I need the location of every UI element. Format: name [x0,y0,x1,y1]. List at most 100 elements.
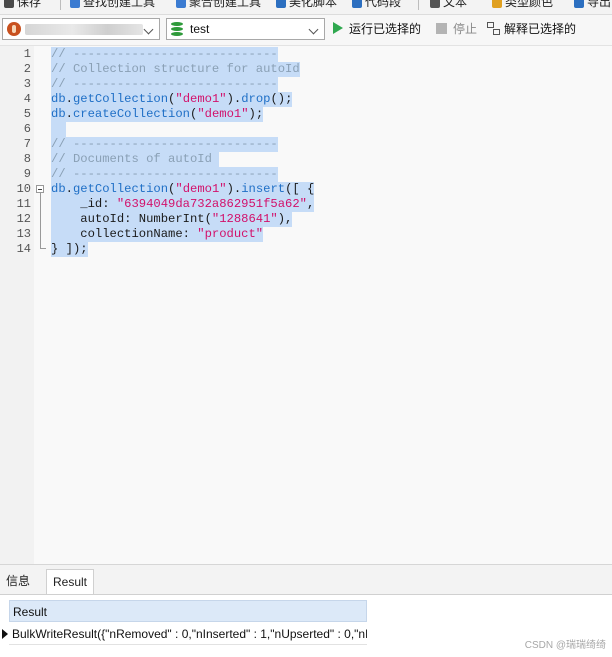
type-color-icon [492,0,502,8]
toolbar-type-color-button[interactable]: 类型颜色 [492,0,553,9]
tab-result[interactable]: Result [46,569,95,594]
code-token: _id: [51,197,117,211]
toolbar-aggregate-builder-button[interactable]: 聚合创建工具 [176,0,261,9]
connection-select[interactable] [2,18,160,40]
result-cell[interactable]: BulkWriteResult({"nRemoved" : 0,"nInsert… [9,623,367,645]
code-line[interactable]: 4 db.getCollection("demo1").drop(); [0,92,612,107]
mongodb-connection-icon [7,22,21,36]
watermark: CSDN @瑞瑞绮绮 [524,640,606,651]
database-select[interactable]: test [166,18,325,40]
stop-button[interactable]: 停止 [436,19,477,39]
code-token: collectionName: [51,227,198,241]
line-number: 2 [23,62,31,76]
toolbar-save-button[interactable]: 保存 [4,0,41,9]
code-token: ([ { [285,182,315,196]
line-number: 11 [16,197,31,211]
code-token: "6394049da732a862951f5a62" [116,197,307,211]
code-editor[interactable]: 1 // ---------------------------- 2 // Coll… [0,46,612,564]
line-number: 8 [23,152,31,166]
code-token: db [51,92,66,106]
code-line[interactable]: 8 // Documents of autoId [0,152,612,167]
toolbar-code-snippet-button[interactable]: 代码段 [352,0,401,9]
code-token: ). [226,182,242,196]
code-token: "product" [197,227,264,241]
code-token: getCollection [72,182,169,196]
fold-toggle-icon[interactable] [36,185,44,193]
toolbar-separator [60,0,61,10]
code-token: . [65,92,73,106]
stop-icon [436,23,447,34]
database-name: test [190,22,210,36]
code-line[interactable]: 14 } ]); [0,242,612,257]
line-number: 3 [23,77,31,91]
line-number: 5 [23,107,31,121]
code-line[interactable]: 10 db.getCollection("demo1").insert([ { [0,182,612,197]
line-number: 9 [23,167,31,181]
chevron-down-icon [308,24,319,35]
code-token: db [51,107,66,121]
explain-tree-icon [487,22,500,35]
explain-selected-button[interactable]: 解释已选择的 [487,19,576,39]
code-text: // ---------------------------- [51,77,278,92]
code-token: // ---------------------------- [51,77,278,91]
text-icon [430,0,440,8]
result-column-header[interactable]: Result [9,600,367,622]
code-line[interactable]: 7 // ---------------------------- [0,137,612,152]
code-line[interactable]: 3 // ---------------------------- [0,77,612,92]
run-selected-button[interactable]: 运行已选择的 [333,19,421,39]
code-text: // ---------------------------- [51,47,278,62]
code-line[interactable]: 12 autoId: NumberInt("1288641"), [0,212,612,227]
code-line[interactable]: 2 // Collection structure for autoId [0,62,612,77]
code-token: ). [226,92,242,106]
current-row-marker-icon [2,629,8,639]
save-icon [4,0,14,8]
line-number: 14 [16,242,31,256]
code-text: // Collection structure for autoId [51,62,300,77]
code-line[interactable]: 1 // ---------------------------- [0,47,612,62]
code-token: ), [277,212,293,226]
result-grid: Result BulkWriteResult({"nRemoved" : 0,"… [0,594,612,657]
table-row[interactable]: BulkWriteResult({"nRemoved" : 0,"nInsert… [0,623,367,645]
tab-info[interactable]: 信息 [0,569,36,593]
code-line[interactable]: 5 db.createCollection("demo1"); [0,107,612,122]
toolbar-find-builder-button[interactable]: 查找创建工具 [70,0,155,9]
code-text [51,122,66,137]
code-token: (); [270,92,293,106]
code-text: // Documents of autoId [51,152,220,167]
toolbar-beautify-button[interactable]: 美化脚本 [276,0,337,9]
code-text: autoId: NumberInt("1288641"), [51,212,293,227]
code-text: db.getCollection("demo1").drop(); [51,92,293,107]
connection-name-redacted [25,24,143,35]
code-snippet-icon [352,0,362,8]
code-token: // Collection structure for autoId [51,62,300,76]
toolbar-export-button[interactable]: 导出 [574,0,611,9]
code-token: . [65,182,73,196]
code-line[interactable]: 13 collectionName: "product" [0,227,612,242]
line-number: 6 [23,122,31,136]
export-icon [574,0,584,8]
code-line[interactable]: 11 _id: "6394049da732a862951f5a62", [0,197,612,212]
aggregate-builder-icon [176,0,186,8]
code-token: ); [248,107,264,121]
code-line[interactable]: 9 // ---------------------------- [0,167,612,182]
code-line[interactable]: 6 [0,122,612,137]
code-text: db.getCollection("demo1").insert([ { [51,182,315,197]
code-text: db.createCollection("demo1"); [51,107,264,122]
fold-guide-end [40,248,46,249]
code-token: getCollection [72,92,169,106]
code-token: } ]); [51,242,88,256]
code-token: autoId: NumberInt( [51,212,212,226]
code-token: // Documents of autoId [51,152,220,166]
code-token: , [306,197,315,211]
code-token: "demo1" [175,92,227,106]
code-token: "demo1" [197,107,249,121]
code-token: // ---------------------------- [51,167,278,181]
beautify-icon [276,0,286,8]
main-toolbar: 保存 查找创建工具 聚合创建工具 美化脚本 代码段 文本 类型颜色 导出 [0,0,612,15]
line-number: 13 [16,227,31,241]
line-number: 12 [16,212,31,226]
toolbar-text-button[interactable]: 文本 [430,0,467,9]
code-text: } ]); [51,242,88,257]
code-token: "1288641" [211,212,278,226]
